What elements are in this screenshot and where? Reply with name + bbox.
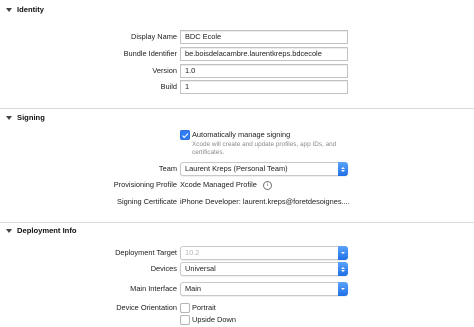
disclosure-triangle-icon[interactable] <box>6 228 12 233</box>
popup-arrows-icon <box>338 262 348 276</box>
provisioning-profile-row: Provisioning Profile Xcode Managed Profi… <box>0 178 474 192</box>
device-orientation-row: Device Orientation <box>0 301 474 315</box>
team-label: Team <box>158 164 177 173</box>
auto-manage-signing-note: Xcode will create and update profiles, a… <box>192 141 337 156</box>
devices-label: Devices <box>150 264 177 273</box>
upside-down-checkbox[interactable] <box>180 315 190 325</box>
devices-row: Devices Universal <box>0 262 474 276</box>
signing-certificate-row: Signing Certificate iPhone Developer: la… <box>0 195 474 209</box>
identity-section-header[interactable]: Identity <box>0 0 474 19</box>
build-field[interactable]: 1 <box>180 80 348 94</box>
devices-value: Universal <box>185 264 216 273</box>
upside-down-label: Upside Down <box>192 315 236 324</box>
popup-arrows-icon <box>338 162 348 176</box>
device-orientation-label: Device Orientation <box>116 303 177 312</box>
bundle-identifier-field[interactable]: be.boisdelacambre.laurentkreps.bdcecole <box>180 47 348 61</box>
signing-certificate-label: Signing Certificate <box>117 197 177 206</box>
team-popup[interactable]: Laurent Kreps (Personal Team) <box>180 162 348 176</box>
build-label: Build <box>160 82 177 91</box>
devices-popup[interactable]: Universal <box>180 262 348 276</box>
portrait-checkbox[interactable] <box>180 303 190 313</box>
auto-manage-signing-checkbox[interactable] <box>180 130 190 140</box>
section-title: Signing <box>17 113 45 122</box>
deployment-target-value: 10.2 <box>185 248 200 257</box>
team-popup-value: Laurent Kreps (Personal Team) <box>185 164 288 173</box>
bundle-identifier-label: Bundle Identifier <box>123 49 177 58</box>
display-name-field[interactable]: BDC Ecole <box>180 30 348 44</box>
deployment-target-combo[interactable]: 10.2 <box>180 246 348 260</box>
team-row: Team Laurent Kreps (Personal Team) <box>0 162 474 176</box>
disclosure-triangle-icon[interactable] <box>6 115 12 120</box>
version-row: Version 1.0 <box>0 64 474 78</box>
info-icon[interactable]: i <box>262 180 272 190</box>
signing-section-header[interactable]: Signing <box>0 108 474 127</box>
section-title: Identity <box>17 5 45 14</box>
bundle-identifier-row: Bundle Identifier be.boisdelacambre.laur… <box>0 47 474 61</box>
version-label: Version <box>152 66 177 75</box>
main-interface-label: Main Interface <box>130 284 177 293</box>
deployment-target-row: Deployment Target 10.2 <box>0 246 474 260</box>
auto-manage-signing-label: Automatically manage signing <box>192 130 291 139</box>
deployment-section-header[interactable]: Deployment Info <box>0 221 474 240</box>
display-name-row: Display Name BDC Ecole <box>0 30 474 44</box>
main-interface-combo[interactable]: Main <box>180 282 348 296</box>
section-title: Deployment Info <box>17 226 77 235</box>
provisioning-profile-label: Provisioning Profile <box>113 180 177 189</box>
main-interface-value: Main <box>185 284 202 293</box>
disclosure-triangle-icon[interactable] <box>6 7 12 12</box>
deployment-target-label: Deployment Target <box>115 248 177 257</box>
popup-arrows-icon <box>338 282 348 296</box>
provisioning-profile-value: Xcode Managed Profile i <box>180 178 272 192</box>
display-name-label: Display Name <box>130 32 177 41</box>
popup-arrows-icon <box>338 246 348 260</box>
main-interface-row: Main Interface Main <box>0 282 474 296</box>
signing-certificate-value: iPhone Developer: laurent.kreps@foretdes… <box>180 197 350 206</box>
provisioning-profile-text: Xcode Managed Profile <box>180 180 257 189</box>
version-field[interactable]: 1.0 <box>180 64 348 78</box>
build-row: Build 1 <box>0 80 474 94</box>
